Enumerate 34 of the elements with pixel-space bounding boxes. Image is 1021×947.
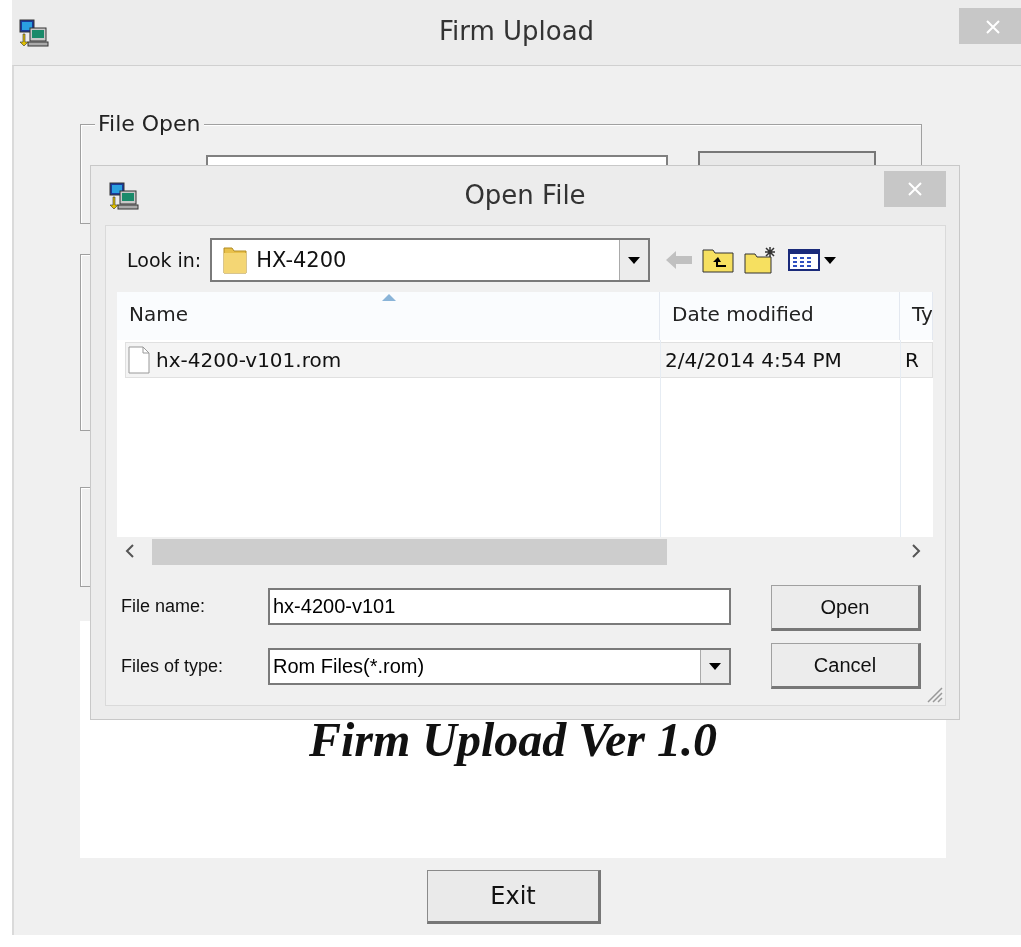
file-name: hx-4200-v101.rom xyxy=(156,348,342,372)
file-name-field[interactable]: hx-4200-v101 xyxy=(268,588,731,625)
scrollbar-thumb[interactable] xyxy=(152,539,667,565)
exit-button[interactable]: Exit xyxy=(427,870,601,924)
look-in-dropdown[interactable]: HX-4200 xyxy=(210,238,651,282)
file-row[interactable]: hx-4200-v101.rom 2/4/2014 4:54 PM R xyxy=(125,342,933,378)
view-menu-icon[interactable] xyxy=(788,248,839,272)
close-icon xyxy=(986,20,1000,34)
file-type-dropdown[interactable]: Rom Files(*.rom) xyxy=(268,648,731,685)
file-type-label: Files of type: xyxy=(121,656,225,677)
cancel-button[interactable]: Cancel xyxy=(771,643,921,689)
scroll-left-icon[interactable] xyxy=(125,544,135,558)
look-in-label: Look in: xyxy=(127,249,202,271)
computers-icon xyxy=(18,17,50,48)
banner-text: Firm Upload Ver 1.0 xyxy=(308,712,717,767)
folder-icon xyxy=(222,244,249,276)
file-icon xyxy=(128,346,150,374)
open-button[interactable]: Open xyxy=(771,585,921,631)
window-title: Firm Upload xyxy=(438,16,595,46)
dialog-title: Open File xyxy=(464,180,586,210)
dropdown-arrow-icon xyxy=(628,256,641,264)
computers-icon xyxy=(108,180,140,211)
scroll-right-icon[interactable] xyxy=(911,544,921,558)
column-header[interactable]: Date modified xyxy=(660,292,900,340)
browse-button[interactable] xyxy=(698,151,876,165)
file-name-label: File name: xyxy=(121,596,207,617)
file-type: R xyxy=(905,348,919,372)
file-date: 2/4/2014 4:54 PM xyxy=(665,348,842,372)
column-header[interactable]: Name xyxy=(117,292,660,340)
close-icon xyxy=(908,182,922,196)
column-header[interactable]: Ty xyxy=(900,292,933,340)
folder-up-icon[interactable] xyxy=(702,247,735,273)
dropdown-arrow-icon xyxy=(709,663,721,670)
file-path-field[interactable] xyxy=(206,155,668,165)
